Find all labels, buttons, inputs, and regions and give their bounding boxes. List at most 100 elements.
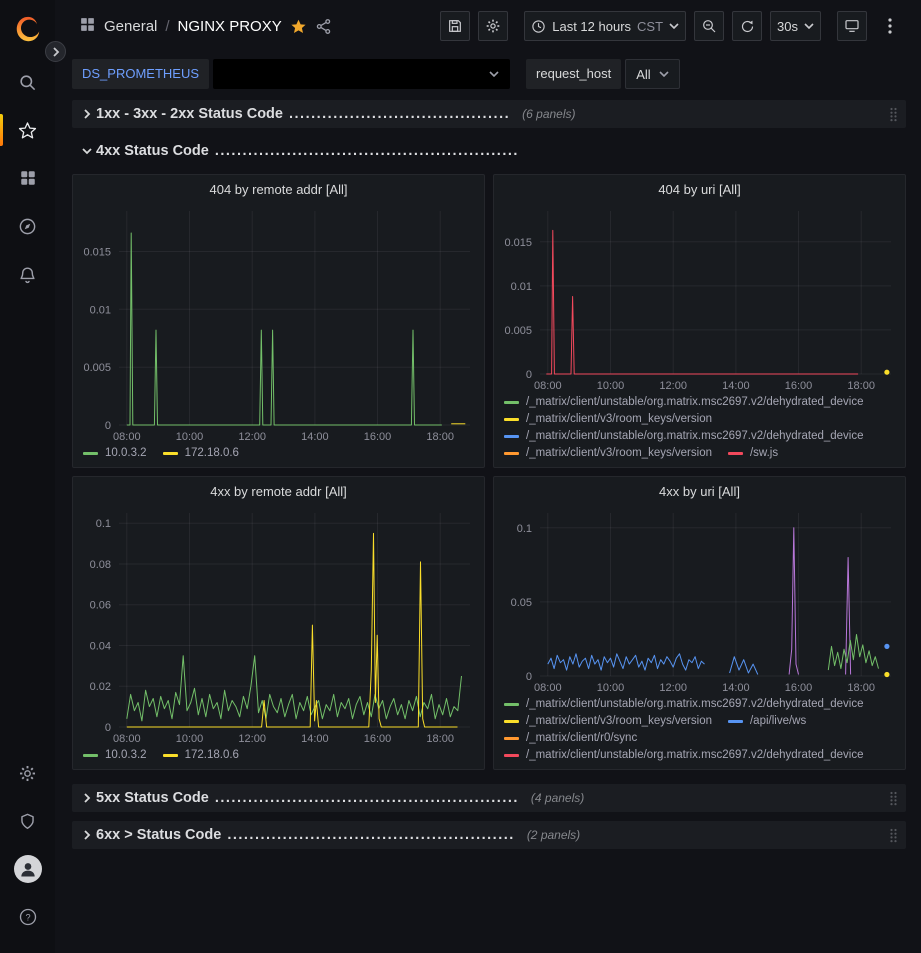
svg-text:08:00: 08:00 — [534, 682, 562, 694]
svg-text:14:00: 14:00 — [301, 733, 329, 745]
variable-ds-prometheus: DS_PROMETHEUS — [72, 59, 510, 89]
variable-label-ds-prometheus[interactable]: DS_PROMETHEUS — [72, 59, 209, 89]
expand-sidebar-button[interactable] — [45, 41, 66, 62]
sidebar-item-help[interactable]: ? — [0, 893, 55, 941]
dashboard-row-1xx-3xx-2xx[interactable]: 1xx - 3xx - 2xx Status Code ............… — [72, 100, 906, 128]
dashboard-row-5xx[interactable]: 5xx Status Code ........................… — [72, 784, 906, 812]
dashboard-title[interactable]: NGINX PROXY — [178, 18, 282, 35]
sidebar-item-alerting[interactable] — [0, 250, 55, 298]
sidebar: ? — [0, 0, 55, 953]
svg-text:12:00: 12:00 — [238, 431, 266, 443]
svg-text:16:00: 16:00 — [364, 733, 392, 745]
grafana-app: ? General / NGINX PROXY — [0, 0, 921, 953]
save-dashboard-button[interactable] — [440, 11, 470, 41]
zoom-out-button[interactable] — [694, 11, 724, 41]
svg-text:12:00: 12:00 — [659, 682, 687, 694]
legend: /_matrix/client/unstable/org.matrix.msc2… — [494, 696, 905, 769]
refresh-interval-picker[interactable]: 30s — [770, 11, 821, 41]
svg-text:14:00: 14:00 — [722, 682, 750, 694]
svg-text:12:00: 12:00 — [659, 380, 687, 392]
legend-series-label: /_matrix/client/unstable/org.matrix.msc2… — [526, 396, 864, 408]
refresh-button[interactable] — [732, 11, 762, 41]
row-drag-handle[interactable] — [889, 107, 898, 122]
row-drag-handle[interactable] — [889, 791, 898, 806]
sidebar-item-server-admin[interactable] — [0, 797, 55, 845]
svg-text:14:00: 14:00 — [722, 380, 750, 392]
legend-item[interactable]: /_matrix/client/unstable/org.matrix.msc2… — [504, 698, 864, 710]
legend-series-label: /api/live/ws — [750, 715, 806, 727]
dashboard-settings-button[interactable] — [478, 11, 508, 41]
legend-series-label: /sw.js — [750, 447, 778, 459]
row-title: 1xx - 3xx - 2xx Status Code — [96, 106, 283, 122]
svg-text:0.015: 0.015 — [504, 237, 532, 249]
legend-item[interactable]: 172.18.0.6 — [163, 749, 239, 761]
legend-item[interactable]: 172.18.0.6 — [163, 447, 239, 459]
legend-item[interactable]: 10.0.3.2 — [83, 447, 147, 459]
legend-series-label: 172.18.0.6 — [185, 447, 239, 459]
sidebar-item-starred[interactable] — [0, 106, 55, 154]
search-icon[interactable] — [0, 58, 55, 106]
legend-item[interactable]: /_matrix/client/unstable/org.matrix.msc2… — [504, 396, 864, 408]
row-panel-count: (6 panels) — [522, 107, 575, 121]
svg-text:10:00: 10:00 — [597, 682, 625, 694]
variable-value-request-host[interactable]: All — [625, 59, 679, 89]
svg-text:16:00: 16:00 — [785, 380, 813, 392]
legend-series-marker — [504, 754, 519, 757]
legend-series-marker — [83, 452, 98, 455]
panel-title[interactable]: 404 by remote addr [All] — [73, 175, 484, 203]
variable-label-request-host: request_host — [526, 59, 621, 89]
chart-4xx-by-uri[interactable]: 00.050.108:0010:0012:0014:0016:0018:00 — [494, 505, 905, 696]
svg-text:0: 0 — [105, 420, 111, 432]
dashboard-row-6xx[interactable]: 6xx > Status Code ......................… — [72, 821, 906, 849]
chart-404-by-remote-addr[interactable]: 00.0050.010.01508:0010:0012:0014:0016:00… — [73, 203, 484, 445]
breadcrumb-folder[interactable]: General — [104, 18, 157, 35]
row-panel-count: (4 panels) — [531, 791, 584, 805]
kebab-menu-icon[interactable] — [875, 11, 905, 41]
panel-title[interactable]: 404 by uri [All] — [494, 175, 905, 203]
cycle-view-mode-button[interactable] — [837, 11, 867, 41]
legend-series-label: 172.18.0.6 — [185, 749, 239, 761]
apps-grid-icon — [79, 16, 96, 36]
legend: 10.0.3.2 172.18.0.6 — [73, 747, 484, 769]
legend-item[interactable]: 10.0.3.2 — [83, 749, 147, 761]
row-title-leader: ........................................ — [289, 106, 510, 122]
chart-404-by-uri[interactable]: 00.0050.010.01508:0010:0012:0014:0016:00… — [494, 203, 905, 394]
legend-item[interactable]: /_matrix/client/r0/sync — [504, 732, 637, 744]
legend-item[interactable]: /_matrix/client/v3/room_keys/version — [504, 715, 712, 727]
legend-series-marker — [504, 435, 519, 438]
legend-item[interactable]: /_matrix/client/unstable/org.matrix.msc2… — [504, 749, 864, 761]
svg-text:0.04: 0.04 — [90, 641, 111, 653]
svg-text:18:00: 18:00 — [847, 682, 875, 694]
legend-item[interactable]: /_matrix/client/unstable/org.matrix.msc2… — [504, 430, 864, 442]
svg-text:0.01: 0.01 — [511, 281, 532, 293]
legend-series-label: /_matrix/client/v3/room_keys/version — [526, 447, 712, 459]
avatar[interactable] — [0, 845, 55, 893]
legend-item[interactable]: /_matrix/client/v3/room_keys/version — [504, 413, 712, 425]
svg-text:?: ? — [25, 912, 30, 922]
sidebar-item-dashboards[interactable] — [0, 154, 55, 202]
legend-item[interactable]: /sw.js — [728, 447, 778, 459]
panel-title[interactable]: 4xx by uri [All] — [494, 477, 905, 505]
panels-row-1: 404 by remote addr [All] 0 0.005 0.01 0.015… — [72, 174, 906, 468]
legend-series-marker — [504, 703, 519, 706]
chart-4xx-by-remote-addr[interactable]: 00.020.040.060.080.108:0010:0012:0014:00… — [73, 505, 484, 747]
clock-icon — [531, 19, 546, 34]
sidebar-item-configuration[interactable] — [0, 749, 55, 797]
legend-item[interactable]: /api/live/ws — [728, 715, 806, 727]
share-icon[interactable] — [315, 18, 332, 35]
panel-title[interactable]: 4xx by remote addr [All] — [73, 477, 484, 505]
time-range-picker[interactable]: Last 12 hours CST — [524, 11, 686, 41]
svg-text:0.005: 0.005 — [83, 362, 111, 374]
row-title-leader: ........................................… — [215, 790, 519, 806]
refresh-interval-label: 30s — [777, 19, 798, 34]
legend-series-label: /_matrix/client/unstable/org.matrix.msc2… — [526, 698, 864, 710]
favorite-star-icon[interactable] — [290, 18, 307, 35]
legend: /_matrix/client/unstable/org.matrix.msc2… — [494, 394, 905, 467]
svg-text:0.05: 0.05 — [511, 597, 532, 609]
sidebar-item-explore[interactable] — [0, 202, 55, 250]
row-drag-handle[interactable] — [889, 828, 898, 843]
dashboard-row-4xx[interactable]: 4xx Status Code ........................… — [72, 138, 906, 164]
svg-text:0.02: 0.02 — [90, 681, 111, 693]
legend-item[interactable]: /_matrix/client/v3/room_keys/version — [504, 447, 712, 459]
variable-value-ds-prometheus[interactable] — [213, 59, 510, 89]
